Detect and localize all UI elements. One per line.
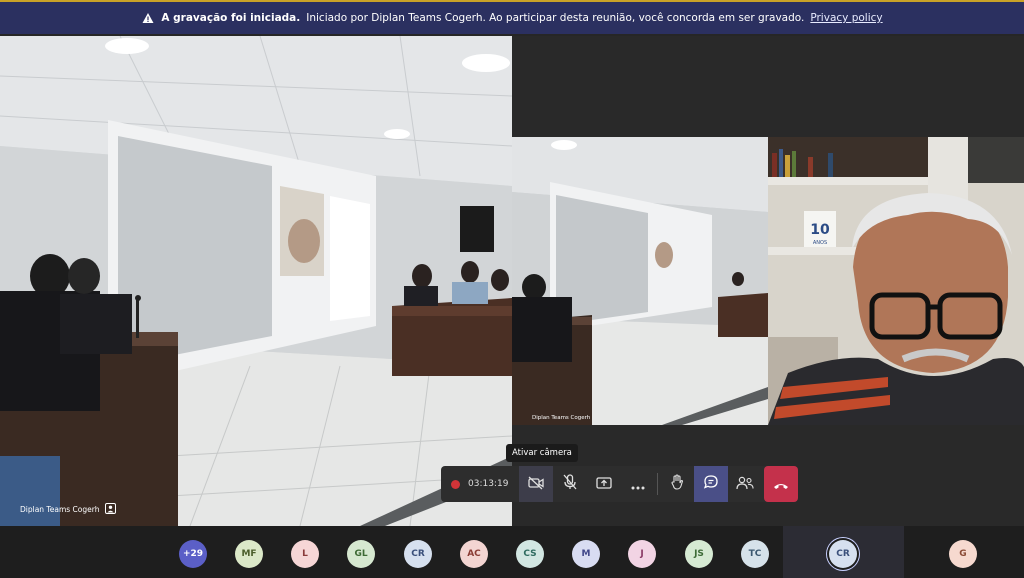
poster-number: 10 — [810, 222, 830, 238]
share-screen-icon — [596, 475, 612, 494]
meeting-control-bar: 03:13:19 — [441, 466, 798, 502]
participant-avatar[interactable]: CR — [829, 540, 857, 568]
participants-button[interactable] — [728, 466, 762, 502]
more-options-button[interactable] — [621, 466, 655, 502]
recording-banner: A gravação foi iniciada. Iniciado por Di… — [0, 0, 1024, 34]
speaker-video-frame: 10 ANOS — [768, 137, 1024, 425]
poster-caption: ANOS — [813, 240, 827, 246]
teams-meeting-window: A gravação foi iniciada. Iniciado por Di… — [0, 0, 1024, 578]
banner-title: A gravação foi iniciada. — [161, 12, 301, 24]
participant-avatar[interactable]: CS — [516, 540, 544, 568]
participant-avatar[interactable]: M — [572, 540, 600, 568]
camera-button[interactable] — [519, 466, 553, 502]
share-screen-button[interactable] — [587, 466, 621, 502]
microphone-off-icon — [563, 474, 577, 494]
participant-avatar[interactable]: AC — [460, 540, 488, 568]
presenter-icon — [105, 503, 117, 516]
participant-name: Diplan Teams Cogerh — [20, 505, 100, 514]
room-secondary-frame — [512, 137, 768, 425]
stage-background — [512, 36, 1024, 137]
participant-avatar[interactable]: G — [949, 540, 977, 568]
participant-strip: +29 MF L GL CR AC CS M J JS TC CR G — [0, 526, 1024, 578]
meeting-timer: 03:13:19 — [468, 479, 509, 489]
privacy-policy-link[interactable]: Privacy policy — [810, 12, 882, 24]
hang-up-icon — [773, 475, 789, 494]
camera-tooltip: Ativar câmera — [506, 444, 578, 462]
recording-indicator: 03:13:19 — [441, 466, 519, 502]
participant-avatar[interactable]: L — [291, 540, 319, 568]
banner-text: Iniciado por Diplan Teams Cogerh. Ao par… — [306, 12, 805, 24]
hand-icon — [670, 474, 684, 494]
tile-name-room-secondary: Diplan Teams Cogerh — [532, 415, 590, 421]
participant-avatar[interactable]: J — [628, 540, 656, 568]
video-tile-speaker[interactable]: 10 ANOS — [768, 137, 1024, 425]
raise-hand-button[interactable] — [660, 466, 694, 502]
recording-dot-icon — [451, 479, 460, 489]
participant-avatar[interactable]: MF — [235, 540, 263, 568]
more-participants-avatar[interactable]: +29 — [179, 540, 207, 568]
participant-avatar[interactable]: GL — [347, 540, 375, 568]
more-icon — [630, 475, 646, 494]
room-video-frame — [0, 36, 512, 526]
participant-avatar[interactable]: TC — [741, 540, 769, 568]
participant-avatar[interactable]: JS — [685, 540, 713, 568]
chat-icon — [703, 474, 719, 494]
microphone-button[interactable] — [553, 466, 587, 502]
participant-name: Diplan Teams Cogerh — [532, 415, 591, 421]
video-tile-room[interactable]: Diplan Teams Cogerh — [0, 36, 512, 526]
chat-button[interactable] — [694, 466, 728, 502]
tile-name-room: Diplan Teams Cogerh — [20, 503, 117, 516]
leave-call-button[interactable] — [764, 466, 798, 502]
warning-icon — [141, 11, 155, 25]
toolbar-divider — [657, 473, 658, 495]
video-tile-room-secondary[interactable]: Diplan Teams Cogerh — [512, 137, 768, 425]
people-icon — [736, 475, 754, 494]
camera-off-icon — [528, 475, 544, 494]
participant-avatar[interactable]: CR — [404, 540, 432, 568]
